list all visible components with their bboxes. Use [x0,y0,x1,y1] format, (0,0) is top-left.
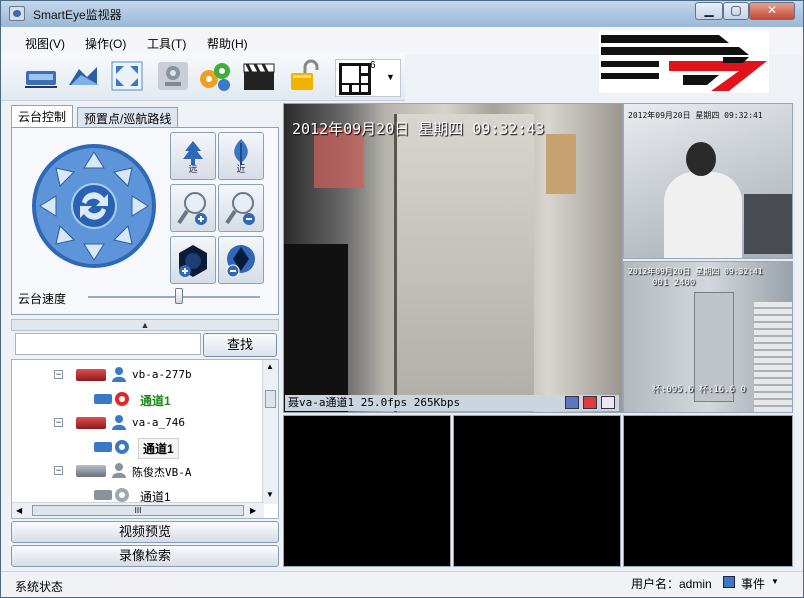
tab-ptz-control[interactable]: 云台控制 [11,105,74,127]
dvr-device-icon [76,369,106,381]
camera-scene-blinds [754,302,792,412]
video-grid: 2012年09月20日 星期四 09:32:43 聂va-a通道1 25.0fp… [283,103,795,569]
device-tree: − vb-a-277b 通道1 − va-a_746 通道1 − 陈俊杰VB-A… [11,359,279,519]
dvr-device-icon [76,417,106,429]
brand-logo [599,31,769,93]
layout-selector[interactable]: 6 ▼ [335,59,401,97]
ptz-speed-slider[interactable] [175,288,184,304]
lock-icon[interactable] [285,59,321,93]
video-cell-mid-right[interactable]: 2012年09月20日 星期四 09:32:41 001 2400 杯:095.… [623,261,793,413]
video-preview-button[interactable]: 视频预览 [11,521,279,543]
snapshot-icon[interactable] [583,396,597,409]
video-close-icon[interactable] [601,396,615,409]
camera-channel-icon [94,440,129,454]
expander-toggle[interactable]: − [54,418,63,427]
settings-gears-icon[interactable] [197,59,233,93]
camera-channel-icon [94,392,129,406]
user-online-icon [112,367,126,382]
zoom-near-label: 近 [236,164,246,174]
video-cell-empty[interactable] [283,415,451,567]
user-offline-icon [112,463,126,478]
video-cell-top-right[interactable]: 2012年09月20日 星期四 09:32:41 [623,103,793,259]
focus-out-button[interactable] [218,184,264,232]
recording-clapper-icon[interactable] [241,59,277,93]
status-bar: 系统状态 用户名：admin 事件 ▼ [1,571,803,597]
iris-open-button[interactable] [170,236,216,284]
layout-count: 6 [370,60,376,71]
mid-right-video-timestamp: 2012年09月20日 星期四 09:32:41 [628,267,763,276]
video-cell-empty[interactable] [453,415,621,567]
mid-right-video-overlay: 杯:095.6 杯:16.6 0 [652,385,746,395]
ptz-direction-wheel[interactable] [26,138,162,274]
close-button[interactable]: ✕ [749,2,795,20]
main-video-timestamp: 2012年09月20日 星期四 09:32:43 [292,120,545,138]
chevron-down-icon[interactable]: ▼ [386,72,395,82]
title-bar: SmartEye监视器 ▁ ▢ ✕ [1,1,803,27]
tree-device-label[interactable]: 陈俊杰VB-A [132,464,192,480]
scroll-thumb[interactable] [265,390,276,408]
video-cell-main[interactable]: 2012年09月20日 星期四 09:32:43 [283,103,623,413]
iris-close-button[interactable] [218,236,264,284]
app-icon [9,6,25,21]
camera-scene-dark [284,244,348,412]
ptz-icon[interactable] [155,59,191,93]
scroll-up-icon[interactable]: ▲ [266,362,274,371]
main-window: SmartEye监视器 ▁ ▢ ✕ 视图(V) 操作(O) 工具(T) 帮助(H… [0,0,804,598]
zoom-near-button[interactable]: 近 [218,132,264,180]
event-menu[interactable]: 事件 [741,575,765,592]
menu-tools[interactable]: 工具(T) [147,35,186,52]
tab-preset-cruise[interactable]: 预置点/巡航路线 [77,107,179,127]
ptz-speed-label: 云台速度 [18,292,67,306]
scroll-right-icon[interactable]: ▶ [250,506,256,515]
collapse-toggle[interactable]: ▲ [11,319,279,331]
tree-channel-label-selected[interactable]: 通道1 [138,438,179,459]
top-right-video-timestamp: 2012年09月20日 星期四 09:32:41 [628,111,763,120]
expander-toggle[interactable]: − [54,466,63,475]
ptz-speed-track [88,296,260,298]
zoom-far-button[interactable]: 远 [170,132,216,180]
record-icon[interactable] [565,396,579,409]
camera-scene-head [686,142,716,176]
layout-grid-icon [339,63,371,95]
zoom-far-label: 远 [188,164,198,174]
tree-channel-label[interactable]: 通道1 [140,392,171,409]
minimize-button[interactable]: ▁ [695,2,723,20]
user-online-icon [112,415,126,430]
menu-help[interactable]: 帮助(H) [207,35,248,52]
record-search-button[interactable]: 录像检索 [11,545,279,567]
camera-scene-box [546,134,576,194]
fullscreen-icon[interactable] [109,59,145,93]
scroll-down-icon[interactable]: ▼ [266,490,274,499]
search-input[interactable] [15,333,201,355]
maximize-button[interactable]: ▢ [723,2,749,20]
video-cell-empty[interactable] [623,415,793,567]
window-title: SmartEye监视器 [33,8,122,22]
search-button[interactable]: 查找 [203,333,277,357]
tree-device-label[interactable]: va-a_746 [132,416,185,429]
event-icon[interactable] [723,576,735,588]
horizontal-scrollbar[interactable]: ◀ III ▶ [12,502,264,518]
camera-scene-door [394,114,534,412]
menu-operate[interactable]: 操作(O) [85,35,126,52]
system-status-label: 系统状态 [15,580,64,594]
camera-scene-desk [744,194,792,254]
scroll-thumb-horizontal[interactable]: III [32,505,244,516]
camera-scene-person [664,172,742,258]
toolbar: 6 ▼ [1,53,405,101]
tree-device-label[interactable]: vb-a-277b [132,368,192,381]
expander-toggle[interactable]: − [54,370,63,379]
username-label: 用户名：admin [631,577,712,591]
network-icon[interactable] [65,59,101,93]
menu-view[interactable]: 视图(V) [25,35,65,52]
ptz-control-panel: 远 近 云台速度 [11,127,279,315]
device-manager-icon[interactable] [23,59,59,93]
left-panel: 云台控制 预置点/巡航路线 远 近 云台速度 ▲ 查找 − vb-a-277b … [7,103,281,569]
chevron-down-icon[interactable]: ▼ [771,577,779,586]
vertical-scrollbar[interactable]: ▲ ▼ [262,360,278,504]
dvr-device-icon [76,465,106,477]
scroll-left-icon[interactable]: ◀ [16,506,22,515]
focus-in-button[interactable] [170,184,216,232]
mid-right-video-id: 001 2400 [652,278,696,288]
